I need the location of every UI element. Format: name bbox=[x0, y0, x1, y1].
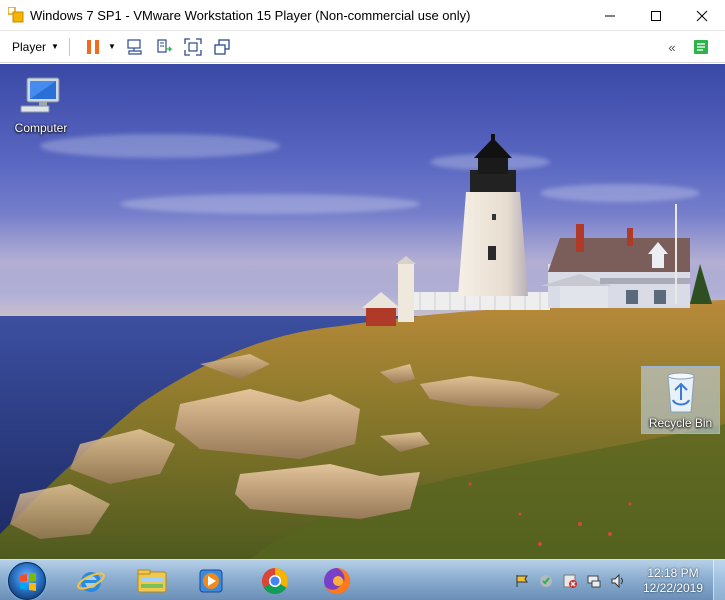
chrome-icon bbox=[262, 568, 289, 595]
collapse-toolbar-button[interactable]: « bbox=[659, 35, 685, 59]
show-desktop-button[interactable] bbox=[713, 560, 725, 600]
fullscreen-button[interactable] bbox=[180, 35, 206, 59]
desktop-icon-label: Computer bbox=[14, 121, 68, 135]
clock-date: 12/22/2019 bbox=[642, 580, 704, 595]
notes-icon bbox=[694, 40, 708, 54]
toolbar-right: « bbox=[659, 35, 717, 59]
recycle-bin-icon bbox=[666, 372, 695, 413]
library-button[interactable] bbox=[688, 35, 714, 59]
send-ctrl-alt-del-button[interactable] bbox=[122, 35, 148, 59]
clock[interactable]: 12:18 PM 12/22/2019 bbox=[633, 566, 713, 596]
player-menu[interactable]: Player ▼ bbox=[12, 36, 59, 58]
pause-button[interactable] bbox=[80, 35, 106, 59]
toolbar-divider bbox=[68, 37, 70, 56]
close-button[interactable] bbox=[679, 0, 725, 31]
volume-tray-icon[interactable] bbox=[609, 572, 627, 590]
player-toolbar: Player ▼ ▼ « bbox=[0, 31, 725, 63]
network-tray-icon[interactable] bbox=[585, 572, 603, 590]
pause-dropdown-button[interactable]: ▼ bbox=[105, 35, 119, 59]
taskbar-firefox[interactable] bbox=[312, 562, 362, 600]
usb-device-icon bbox=[157, 38, 173, 53]
error-icon bbox=[563, 574, 577, 588]
start-button[interactable] bbox=[8, 562, 46, 600]
windows-explorer-icon bbox=[137, 569, 167, 593]
chevron-down-icon: ▼ bbox=[107, 42, 116, 51]
maximize-button[interactable] bbox=[633, 0, 679, 31]
desktop-icon-label: Recycle Bin bbox=[648, 416, 713, 430]
speaker-icon bbox=[611, 573, 623, 588]
unity-windows-icon bbox=[214, 38, 230, 55]
action-center-icon[interactable] bbox=[513, 572, 531, 590]
player-menu-label: Player bbox=[12, 39, 47, 54]
taskbar: 12:18 PM 12/22/2019 bbox=[0, 559, 725, 600]
flag-icon bbox=[516, 574, 528, 587]
chevron-down-icon: ▼ bbox=[51, 42, 59, 51]
window-title: Windows 7 SP1 - VMware Workstation 15 Pl… bbox=[30, 7, 471, 23]
guest-desktop[interactable]: Computer Recycle Bin bbox=[0, 64, 725, 559]
firefox-icon bbox=[324, 568, 350, 594]
computer-icon bbox=[20, 77, 60, 113]
media-player-icon bbox=[199, 569, 223, 593]
minimize-button[interactable] bbox=[587, 0, 633, 31]
minimize-icon bbox=[605, 15, 615, 16]
taskbar-windows-explorer[interactable] bbox=[127, 562, 177, 600]
taskbar-media-player[interactable] bbox=[186, 562, 236, 600]
windows-logo-icon bbox=[20, 573, 36, 591]
fullscreen-icon bbox=[184, 37, 202, 56]
desktop-icon-recycle-bin[interactable]: Recycle Bin bbox=[641, 366, 720, 434]
system-tray: 12:18 PM 12/22/2019 bbox=[513, 560, 725, 600]
window-controls bbox=[587, 0, 725, 31]
lighthouse-wallpaper bbox=[0, 134, 725, 559]
unity-button[interactable] bbox=[209, 35, 235, 59]
clock-time: 12:18 PM bbox=[647, 565, 699, 580]
taskbar-internet-explorer[interactable] bbox=[66, 562, 116, 600]
double-chevron-left-icon: « bbox=[668, 39, 676, 55]
title-bar: Windows 7 SP1 - VMware Workstation 15 Pl… bbox=[0, 0, 725, 31]
error-tray-icon[interactable] bbox=[561, 572, 579, 590]
maximize-icon bbox=[651, 10, 661, 21]
network-icon bbox=[587, 575, 601, 587]
vmware-app-icon[interactable] bbox=[7, 6, 24, 23]
pause-icon bbox=[86, 39, 99, 54]
shield-check-icon bbox=[540, 574, 552, 587]
internet-explorer-icon bbox=[77, 572, 105, 592]
keyboard-computer-icon bbox=[127, 38, 142, 55]
security-tray-icon[interactable] bbox=[537, 572, 555, 590]
close-icon bbox=[696, 10, 708, 21]
taskbar-chrome[interactable] bbox=[250, 562, 300, 600]
removable-devices-button[interactable] bbox=[151, 35, 177, 59]
desktop-icon-computer[interactable]: Computer bbox=[6, 74, 76, 135]
